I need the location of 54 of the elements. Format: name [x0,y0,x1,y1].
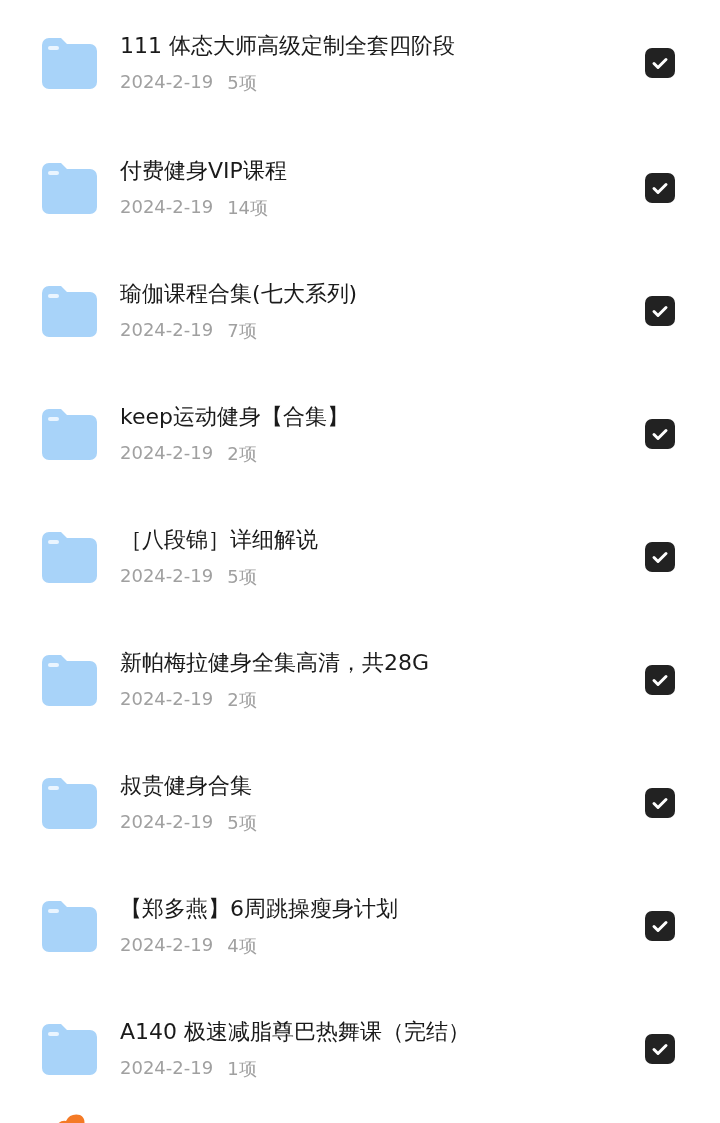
checkmark-icon [652,674,668,686]
item-count: 2项 [227,687,257,712]
checkmark-icon [652,428,668,440]
checkbox[interactable] [645,787,675,818]
folder-name: 【郑多燕】6周跳操瘦身计划 [120,894,399,923]
checkbox[interactable] [645,172,675,203]
folder-name: A140 极速减脂尊巴热舞课（完结） [120,1017,472,1046]
folder-name: 叔贵健身合集 [120,771,253,800]
checkmark-icon [652,305,668,317]
folder-date: 2024-2-19 [120,1056,214,1080]
folder-icon [42,1022,97,1075]
checkbox[interactable] [645,1033,675,1064]
folder-name: ［八段锦］详细解说 [120,525,319,554]
item-count: 7项 [227,318,257,343]
folder-date: 2024-2-19 [120,933,214,957]
checkmark-icon [652,797,668,809]
checkbox[interactable] [645,48,675,78]
folder-date: 2024-2-19 [120,71,214,94]
checkbox[interactable] [645,295,675,326]
folder-icon [42,37,97,89]
folder-date: 2024-2-19 [120,318,214,342]
folder-icon [42,776,97,829]
checkbox[interactable] [645,418,675,449]
checkmark-icon [652,551,668,563]
folder-date: 2024-2-19 [120,564,214,588]
item-count: 1项 [227,1056,257,1081]
item-count: 5项 [227,564,257,589]
item-count: 2项 [227,441,257,466]
folder-name: 新帕梅拉健身全集高清，共28G [120,648,431,677]
item-count: 5项 [227,810,257,835]
folder-date: 2024-2-19 [120,441,214,465]
item-count: 4项 [227,933,257,958]
folder-icon [42,653,97,706]
folder-icon [42,407,97,460]
folder-name: 瑜伽课程合集(七大系列) [120,279,359,308]
checkbox[interactable] [645,910,675,941]
checkbox[interactable] [645,541,675,572]
folder-icon [42,530,97,583]
folder-date: 2024-2-19 [120,195,214,219]
checkmark-icon [652,58,668,69]
folder-icon [42,161,97,214]
folder-name: 111 体态大师高级定制全套四阶段 [120,32,456,60]
item-count: 14项 [227,195,269,220]
checkmark-icon [652,182,668,194]
folder-icon [42,899,97,952]
folder-icon [42,284,97,337]
checkmark-icon [652,1043,668,1055]
folder-date: 2024-2-19 [120,687,214,711]
checkmark-icon [652,920,668,932]
folder-name: 付费健身VIP课程 [120,156,288,185]
item-count: 5项 [227,71,257,95]
folder-date: 2024-2-19 [120,810,214,834]
checkbox[interactable] [645,664,675,695]
folder-name: keep运动健身【合集】 [120,402,350,431]
